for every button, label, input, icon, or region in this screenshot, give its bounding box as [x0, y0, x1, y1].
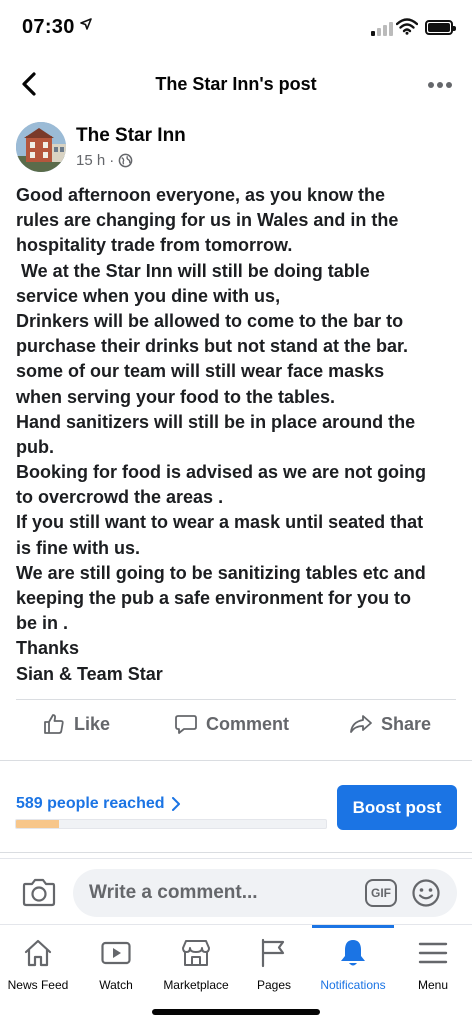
page-title: The Star Inn's post [155, 74, 317, 94]
comment-composer: Write a comment... GIF [0, 858, 472, 924]
post-text-line: rules are changing for us in Wales and i… [16, 210, 399, 231]
camera-icon[interactable] [22, 877, 56, 907]
post-text-line: purchase their drinks but not stand at t… [16, 336, 409, 357]
post-text: Good afternoon everyone, as you know the… [16, 183, 466, 687]
post-text-line: to overcrowd the areas . [16, 487, 224, 508]
post-meta: 15 h · [76, 152, 133, 169]
comment-button[interactable]: Comment [174, 712, 289, 736]
post-text-line: when serving your food to the tables. [16, 386, 336, 407]
page-avatar[interactable] [16, 122, 66, 172]
meta-separator: · [109, 152, 115, 169]
post-text-line: We are still going to be sanitizing tabl… [16, 562, 426, 583]
reach-progress-bar [15, 819, 327, 829]
nav-news-feed[interactable]: News Feed [0, 925, 76, 997]
divider [16, 699, 456, 700]
share-button[interactable]: Share [349, 712, 431, 736]
nav-label: Marketplace [163, 978, 229, 992]
flag-icon [261, 938, 285, 968]
inn-photo [16, 122, 66, 172]
globe-icon [118, 153, 133, 168]
thumbs-up-icon [44, 714, 64, 734]
nav-label: Menu [417, 978, 449, 992]
nav-label: Notifications [320, 978, 386, 992]
post-text-line: keeping the pub a safe environment for y… [16, 588, 412, 608]
nav-watch[interactable]: Watch [78, 925, 154, 997]
post-time[interactable]: 15 h [76, 152, 105, 169]
page-name[interactable]: The Star Inn [76, 125, 186, 147]
post-text-line: Good afternoon everyone, as you know the [16, 185, 386, 205]
like-button[interactable]: Like [42, 712, 110, 736]
home-indicator [152, 1009, 320, 1015]
people-reached-text: 589 people reached [16, 795, 165, 812]
post-text-line: If you still want to wear a mask until s… [16, 512, 424, 533]
nav-menu[interactable]: Menu [398, 925, 468, 997]
post-text-line: Sian & Team Star [16, 663, 163, 684]
cellular-signal-icon [371, 21, 395, 36]
comment-bubble-icon [175, 715, 197, 734]
post-header-bar: The Star Inn's post [0, 58, 472, 110]
post-text-line: some of our team will still wear face ma… [16, 361, 385, 382]
comment-label: Comment [206, 713, 290, 734]
post-text-line: hospitality trade from tomorrow. [16, 235, 293, 256]
post-text-line: pub. [16, 436, 54, 457]
gif-button[interactable]: GIF [365, 879, 397, 907]
comment-placeholder: Write a comment... [89, 882, 258, 903]
post-text-line: be in . [16, 613, 69, 634]
marketplace-icon [182, 940, 210, 966]
post-text-line: Booking for food is advised as we are no… [16, 462, 427, 483]
chevron-right-icon [171, 797, 180, 811]
nav-label: News Feed [7, 978, 69, 992]
more-options-icon[interactable] [428, 80, 456, 90]
share-arrow-icon [350, 715, 372, 733]
post-text-line: service when you dine with us, [16, 285, 281, 306]
share-label: Share [381, 713, 432, 734]
emoji-icon[interactable] [411, 878, 441, 908]
divider [0, 760, 472, 761]
divider [0, 852, 472, 853]
status-time: 07:30 [22, 16, 75, 38]
boost-post-button[interactable]: Boost post [337, 785, 457, 830]
nav-label: Watch [99, 978, 133, 992]
wifi-icon [396, 18, 418, 35]
reach-progress-fill [16, 820, 60, 828]
post-actions: Like Comment Share [0, 702, 472, 750]
people-reached-link[interactable]: 589 people reached [16, 795, 181, 813]
post-text-line: We at the Star Inn will still be doing t… [16, 260, 370, 281]
like-label: Like [74, 713, 111, 734]
post-text-line: Thanks [16, 638, 80, 659]
nav-pages[interactable]: Pages [240, 925, 308, 997]
post-text-line: Drinkers will be allowed to come to the … [16, 310, 404, 331]
nav-notifications[interactable]: Notifications [312, 925, 394, 997]
post-text-line: is fine with us. [16, 537, 141, 558]
watch-icon [101, 941, 131, 965]
comment-input[interactable]: Write a comment... GIF [73, 869, 457, 917]
status-bar: 07:30 [0, 0, 472, 58]
menu-icon [418, 942, 448, 964]
location-arrow-icon [80, 18, 92, 30]
nav-marketplace[interactable]: Marketplace [154, 925, 238, 997]
battery-icon [425, 20, 456, 35]
home-icon [24, 939, 52, 967]
active-tab-indicator [312, 925, 394, 928]
bottom-navigation: News Feed Watch Marketplace Pages Notifi… [0, 924, 472, 1024]
nav-label: Pages [256, 978, 292, 992]
post-text-line: Hand sanitizers will still be in place a… [16, 411, 416, 432]
bell-icon [341, 940, 365, 966]
